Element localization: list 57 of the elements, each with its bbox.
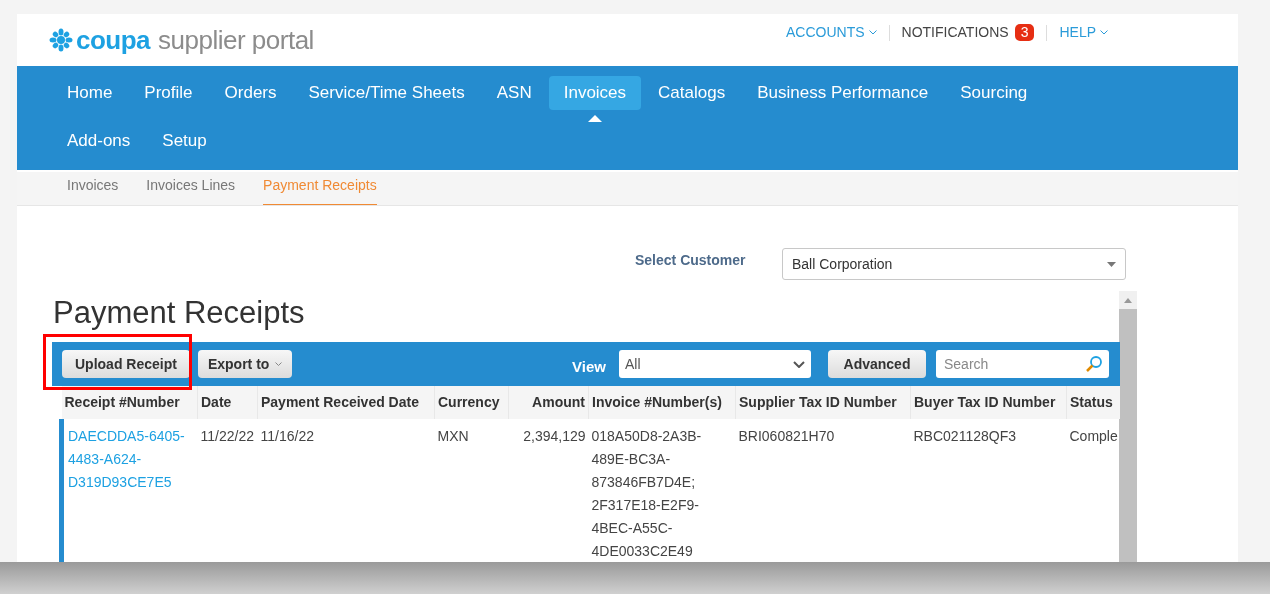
table-cell: Comple — [1069, 428, 1118, 444]
column-header[interactable]: Receipt #Number — [61, 386, 198, 419]
nav-tab[interactable]: Orders — [209, 76, 292, 110]
chevron-down-icon — [793, 360, 805, 368]
column-header[interactable]: Payment Received Date — [257, 386, 435, 419]
search-field[interactable]: Search — [936, 350, 1109, 378]
search-icon — [1085, 355, 1103, 373]
top-menu-link[interactable]: HELP — [1059, 22, 1108, 43]
column-header[interactable]: Supplier Tax ID Number — [735, 386, 911, 419]
active-pointer-icon — [587, 115, 602, 122]
nav-tab[interactable]: Sourcing — [945, 76, 1043, 110]
vertical-scrollbar[interactable] — [1119, 291, 1137, 562]
view-dropdown[interactable]: All — [619, 350, 811, 378]
notification-count-badge: 3 — [1014, 24, 1035, 41]
column-header[interactable]: Buyer Tax ID Number — [910, 386, 1067, 419]
upload-receipt-button[interactable]: Upload Receipt — [62, 350, 190, 378]
receipt-link[interactable]: DAECDDA5-6405-4483-A624-D319D93CE7E5 — [68, 425, 195, 494]
column-header[interactable]: Status — [1066, 386, 1120, 419]
logo-flower-icon — [48, 28, 74, 52]
scroll-up-icon — [1124, 297, 1132, 303]
nav-tab[interactable]: Profile — [129, 76, 208, 110]
page-title: Payment Receipts — [53, 294, 305, 332]
column-header[interactable]: Currency — [434, 386, 509, 419]
notifications-link[interactable]: NOTIFICATIONS 3 — [901, 22, 1035, 43]
column-header[interactable]: Amount — [508, 386, 589, 419]
table-cell: 11/22/22 — [200, 428, 254, 444]
chevron-down-icon — [1100, 30, 1108, 35]
table-cell: BRI060821H70 — [738, 428, 835, 444]
table-cell: 018A50D8-2A3B-489E-BC3A-873846FB7D4E; 2F317E18-E2F9-4BEC-A55C-4DE0033C2E49 — [591, 428, 702, 559]
table-cell: RBC021128QF3 — [913, 428, 1016, 444]
nav-tab[interactable]: ASN — [481, 76, 547, 110]
logo-product: supplier portal — [158, 23, 314, 57]
customer-dropdown[interactable]: Ball Corporation — [782, 248, 1126, 280]
nav-tab[interactable]: Home — [52, 76, 128, 110]
export-to-button[interactable]: Export to — [197, 350, 293, 378]
column-header[interactable]: Date — [197, 386, 258, 419]
nav-tab[interactable]: Catalogs — [643, 76, 741, 110]
nav-tab[interactable]: Business Performance — [742, 76, 944, 110]
column-header[interactable]: Invoice #Number(s) — [588, 386, 736, 419]
sub-nav-tab[interactable]: Payment Receipts — [263, 175, 377, 205]
logo-brand: coupa — [76, 23, 151, 57]
table-cell: MXN — [437, 428, 469, 444]
table-cell: 2,394,129 — [523, 428, 586, 444]
sub-nav-tab[interactable]: Invoices Lines — [146, 175, 236, 205]
nav-tab[interactable]: Add-ons — [52, 124, 146, 158]
dropdown-caret-icon — [1107, 261, 1116, 267]
top-menu-link[interactable]: ACCOUNTS — [786, 22, 877, 43]
advanced-button[interactable]: Advanced — [828, 350, 926, 378]
nav-tab[interactable]: Setup — [147, 124, 222, 158]
nav-tab[interactable]: Service/Time Sheets — [293, 76, 480, 110]
nav-tab[interactable]: Invoices — [548, 76, 642, 110]
sub-nav-tab[interactable]: Invoices — [67, 175, 119, 205]
select-customer-label: Select Customer — [635, 251, 746, 270]
view-label: View — [572, 357, 606, 377]
chevron-down-icon — [275, 362, 283, 366]
table-cell: 11/16/22 — [260, 428, 314, 444]
chevron-down-icon — [868, 30, 877, 35]
